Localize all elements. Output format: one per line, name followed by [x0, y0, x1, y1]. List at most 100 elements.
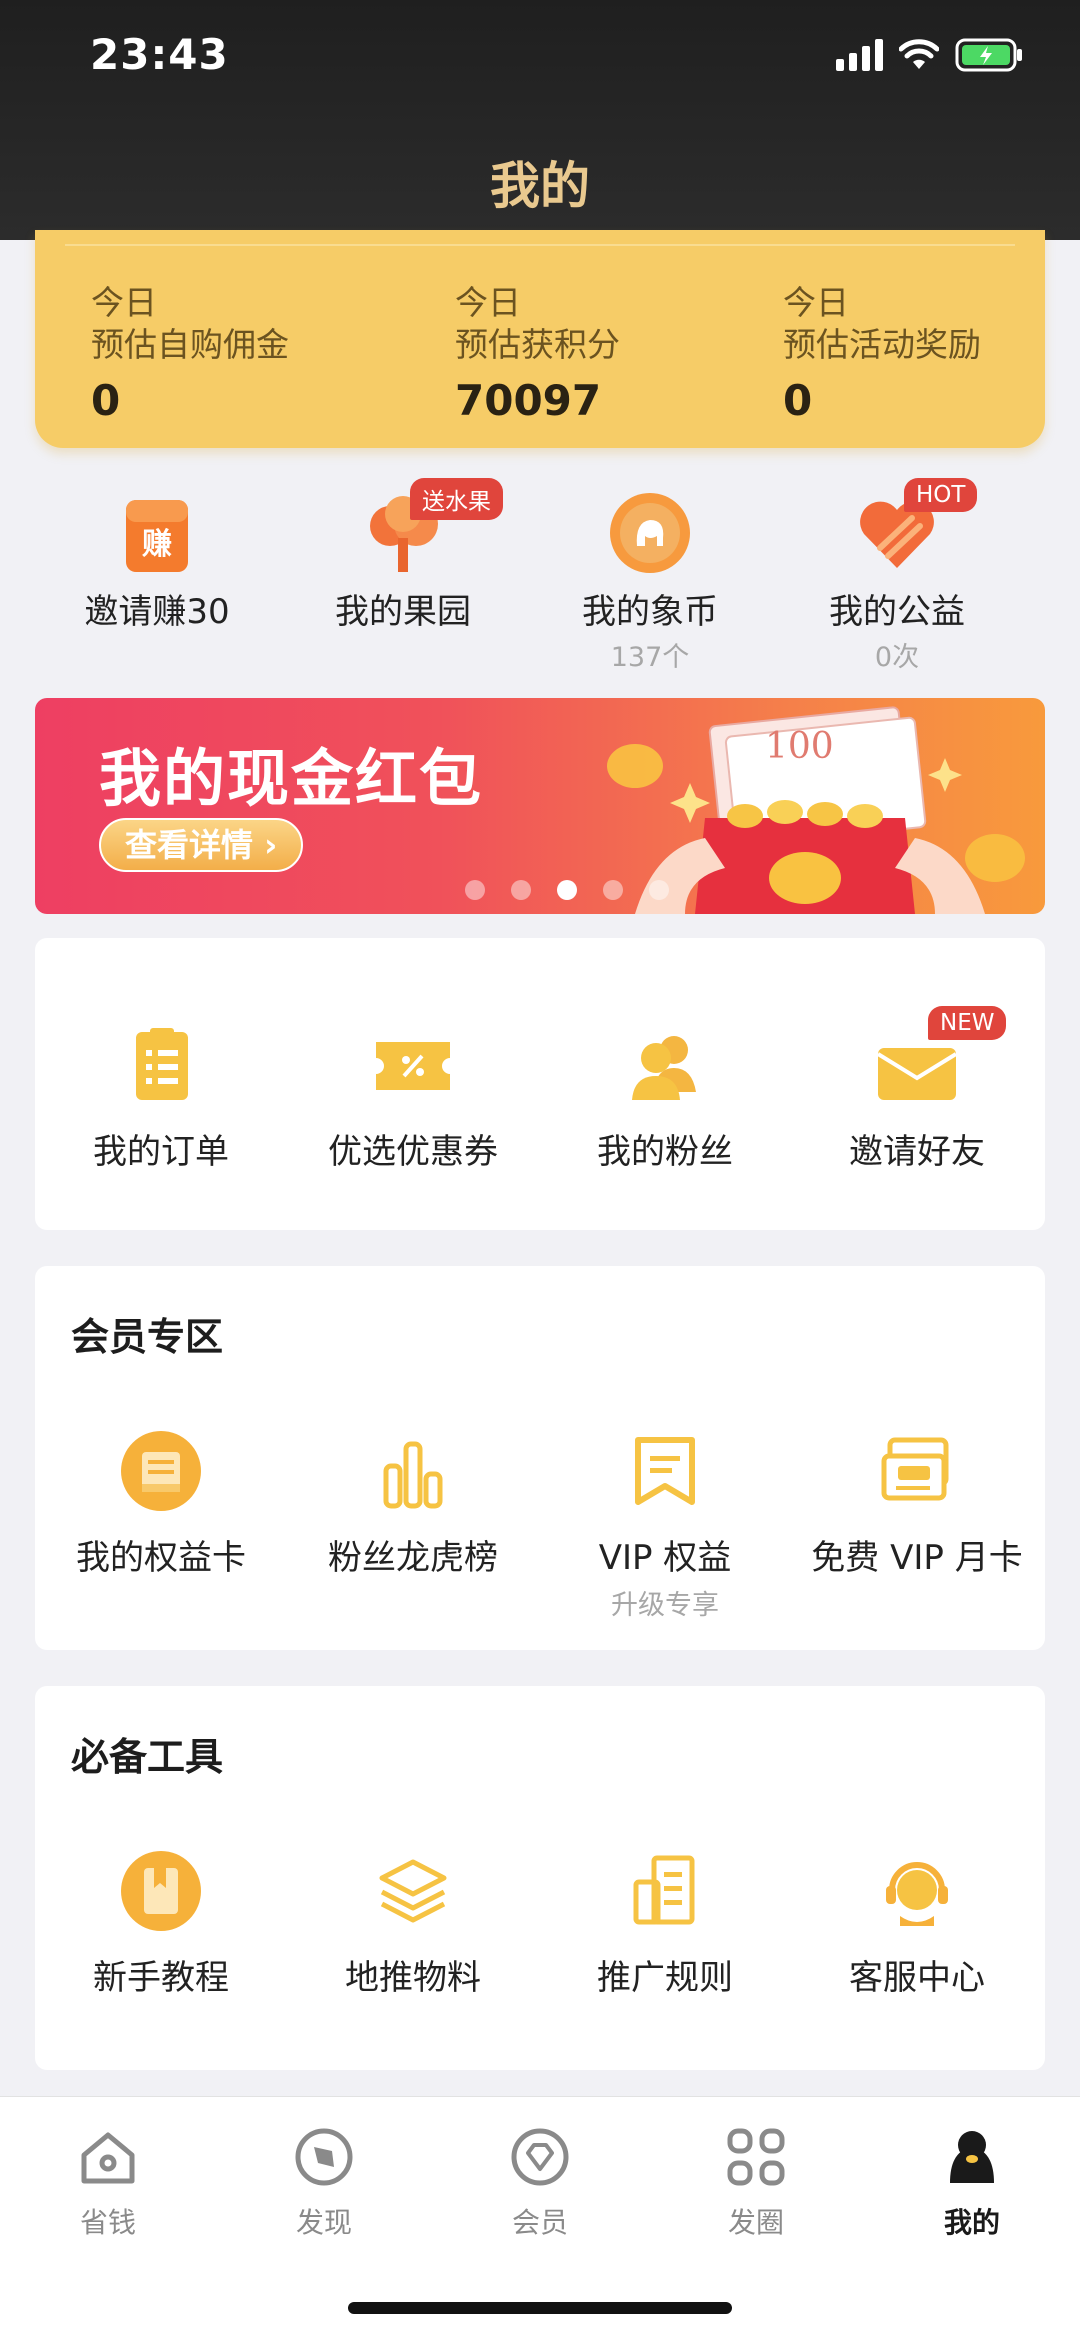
entry-label: 邀请赚30 — [84, 592, 230, 632]
benefit-card-entry[interactable]: 我的权益卡 — [35, 1426, 287, 1579]
my-orders-entry[interactable]: 我的订单 — [35, 1020, 287, 1173]
coupons-entry[interactable]: 优选优惠券 — [287, 1020, 539, 1173]
stat-label: 预估自购佣金 — [91, 325, 289, 364]
entry-label: 推广规则 — [597, 1958, 733, 1998]
stat-label-day: 今日 — [783, 283, 849, 322]
tab-save-money[interactable]: 省钱 — [0, 2125, 216, 2241]
invite-envelope-icon: NEW — [872, 1006, 1007, 1110]
vip-benefit-entry[interactable]: VIP 权益 升级专享 — [539, 1426, 791, 1622]
my-fans-entry[interactable]: 我的粉丝 — [539, 1020, 791, 1173]
invite-friends-entry[interactable]: NEW 邀请好友 — [791, 1006, 1043, 1173]
stat-activity-reward[interactable]: 今日 预估活动奖励 0 — [783, 282, 981, 425]
layers-icon — [368, 1846, 458, 1936]
ranking-bars-icon — [368, 1426, 458, 1516]
page-title: 我的 — [490, 157, 590, 215]
benefit-card-icon — [116, 1426, 206, 1516]
signal-icon — [836, 39, 883, 71]
entry-label: 我的果园 — [335, 592, 471, 632]
stat-label-day: 今日 — [455, 283, 521, 322]
customer-service-entry[interactable]: 客服中心 — [791, 1846, 1043, 1999]
vip-card-icon — [872, 1426, 962, 1516]
invite-earn-entry[interactable]: 赚 邀请赚30 — [47, 470, 267, 633]
section-title: 必备工具 — [71, 1735, 224, 1779]
new-badge: NEW — [928, 1006, 1007, 1040]
status-icons — [836, 38, 1025, 72]
order-list-icon — [116, 1020, 206, 1110]
status-time: 23:43 — [90, 30, 229, 79]
my-charity-entry[interactable]: HOT 我的公益 0次 — [787, 470, 1007, 674]
fan-ranking-entry[interactable]: 粉丝龙虎榜 — [287, 1426, 539, 1579]
entry-label: VIP 权益 — [598, 1538, 732, 1578]
carousel-dot — [465, 880, 485, 900]
home-icon — [81, 2132, 135, 2184]
tools-card: 必备工具 新手教程 地推物料 推广规则 客服中心 — [35, 1686, 1045, 2070]
tab-label: 我的 — [943, 2206, 1000, 2239]
promo-materials-entry[interactable]: 地推物料 — [287, 1846, 539, 1999]
entry-label: 免费 VIP 月卡 — [811, 1538, 1023, 1578]
carousel-dot — [603, 880, 623, 900]
tab-discover[interactable]: 发现 — [216, 2125, 432, 2241]
customer-service-icon — [872, 1846, 962, 1936]
earnings-card: 今日 预估自购佣金 0 今日 预估获积分 70097 今日 预估活动奖励 0 — [35, 230, 1045, 448]
entry-label: 客服中心 — [849, 1958, 985, 1998]
battery-icon — [955, 38, 1022, 72]
coupon-icon — [368, 1020, 458, 1110]
carousel-dot — [511, 880, 531, 900]
tab-label: 会员 — [511, 2206, 568, 2239]
bottom-tab-bar: 省钱 发现 会员 发圈 我的 — [0, 2096, 1080, 2336]
diamond-icon — [511, 2128, 569, 2186]
entry-label: 优选优惠券 — [328, 1132, 498, 1172]
fruit-tree-icon: 送水果 — [358, 478, 503, 578]
grid-icon — [727, 2128, 785, 2186]
hot-badge: HOT — [904, 478, 978, 512]
tab-member[interactable]: 会员 — [432, 2125, 648, 2241]
stat-value: 0 — [91, 376, 121, 425]
fans-icon — [620, 1020, 710, 1110]
stat-value: 70097 — [455, 376, 602, 425]
promo-badge: 送水果 — [410, 478, 503, 520]
stat-label-day: 今日 — [91, 283, 157, 322]
member-zone-card: 会员专区 我的权益卡 粉丝龙虎榜 VIP 权益 升级专享 免费 VIP 月卡 — [35, 1266, 1045, 1650]
compass-icon — [295, 2128, 353, 2186]
vip-flag-icon — [620, 1426, 710, 1516]
rules-doc-icon — [620, 1846, 710, 1936]
tab-mine[interactable]: 我的 — [864, 2125, 1080, 2241]
tab-label: 发圈 — [727, 2206, 784, 2239]
tutorial-entry[interactable]: 新手教程 — [35, 1846, 287, 1999]
header-bar: 23:43 我的 — [0, 0, 1080, 240]
entry-label: 我的象币 — [582, 592, 718, 632]
free-vip-card-entry[interactable]: 免费 VIP 月卡 — [791, 1426, 1043, 1579]
stat-label: 预估获积分 — [455, 325, 620, 364]
stat-self-commission[interactable]: 今日 预估自购佣金 0 — [91, 282, 289, 425]
tab-label: 发现 — [295, 2206, 352, 2239]
promo-rules-entry[interactable]: 推广规则 — [539, 1846, 791, 1999]
entry-label: 我的粉丝 — [597, 1132, 733, 1172]
entry-label: 我的订单 — [93, 1132, 229, 1172]
entry-label: 粉丝龙虎榜 — [328, 1538, 498, 1578]
cash-redpacket-banner[interactable]: 100 我的现金红包 查看详情 › — [35, 698, 1045, 914]
stat-label: 预估活动奖励 — [783, 325, 981, 364]
entry-label: 新手教程 — [93, 1958, 229, 1998]
entry-sub: 137个 — [610, 642, 690, 673]
banner-title: 我的现金红包 — [99, 742, 484, 815]
tab-moments[interactable]: 发圈 — [648, 2125, 864, 2241]
home-indicator — [348, 2302, 732, 2314]
stat-points[interactable]: 今日 预估获积分 70097 — [455, 282, 620, 425]
tab-label: 省钱 — [79, 2206, 136, 2239]
tutorial-book-icon — [116, 1846, 206, 1936]
view-details-button[interactable]: 查看详情 › — [99, 818, 304, 872]
carousel-dot-active — [557, 880, 577, 900]
my-coins-entry[interactable]: 我的象币 137个 — [540, 470, 760, 674]
carousel-dot — [649, 880, 669, 900]
charity-heart-icon: HOT — [852, 478, 978, 578]
my-orchard-entry[interactable]: 送水果 我的果园 — [293, 470, 513, 633]
orders-card: 我的订单 优选优惠券 我的粉丝 NEW 邀请好友 — [35, 938, 1045, 1230]
entry-label: 我的公益 — [829, 592, 965, 632]
carousel-indicator — [465, 880, 669, 900]
entry-sub: 0次 — [874, 642, 920, 673]
entry-sub: 升级专享 — [611, 1590, 719, 1621]
wifi-icon — [899, 39, 939, 69]
profile-icon — [950, 2131, 994, 2183]
quick-entries: 赚 邀请赚30 送水果 我的果园 我的象币 137个 HOT 我的公益 0次 — [35, 470, 1045, 673]
svg-text:赚: 赚 — [142, 527, 172, 562]
